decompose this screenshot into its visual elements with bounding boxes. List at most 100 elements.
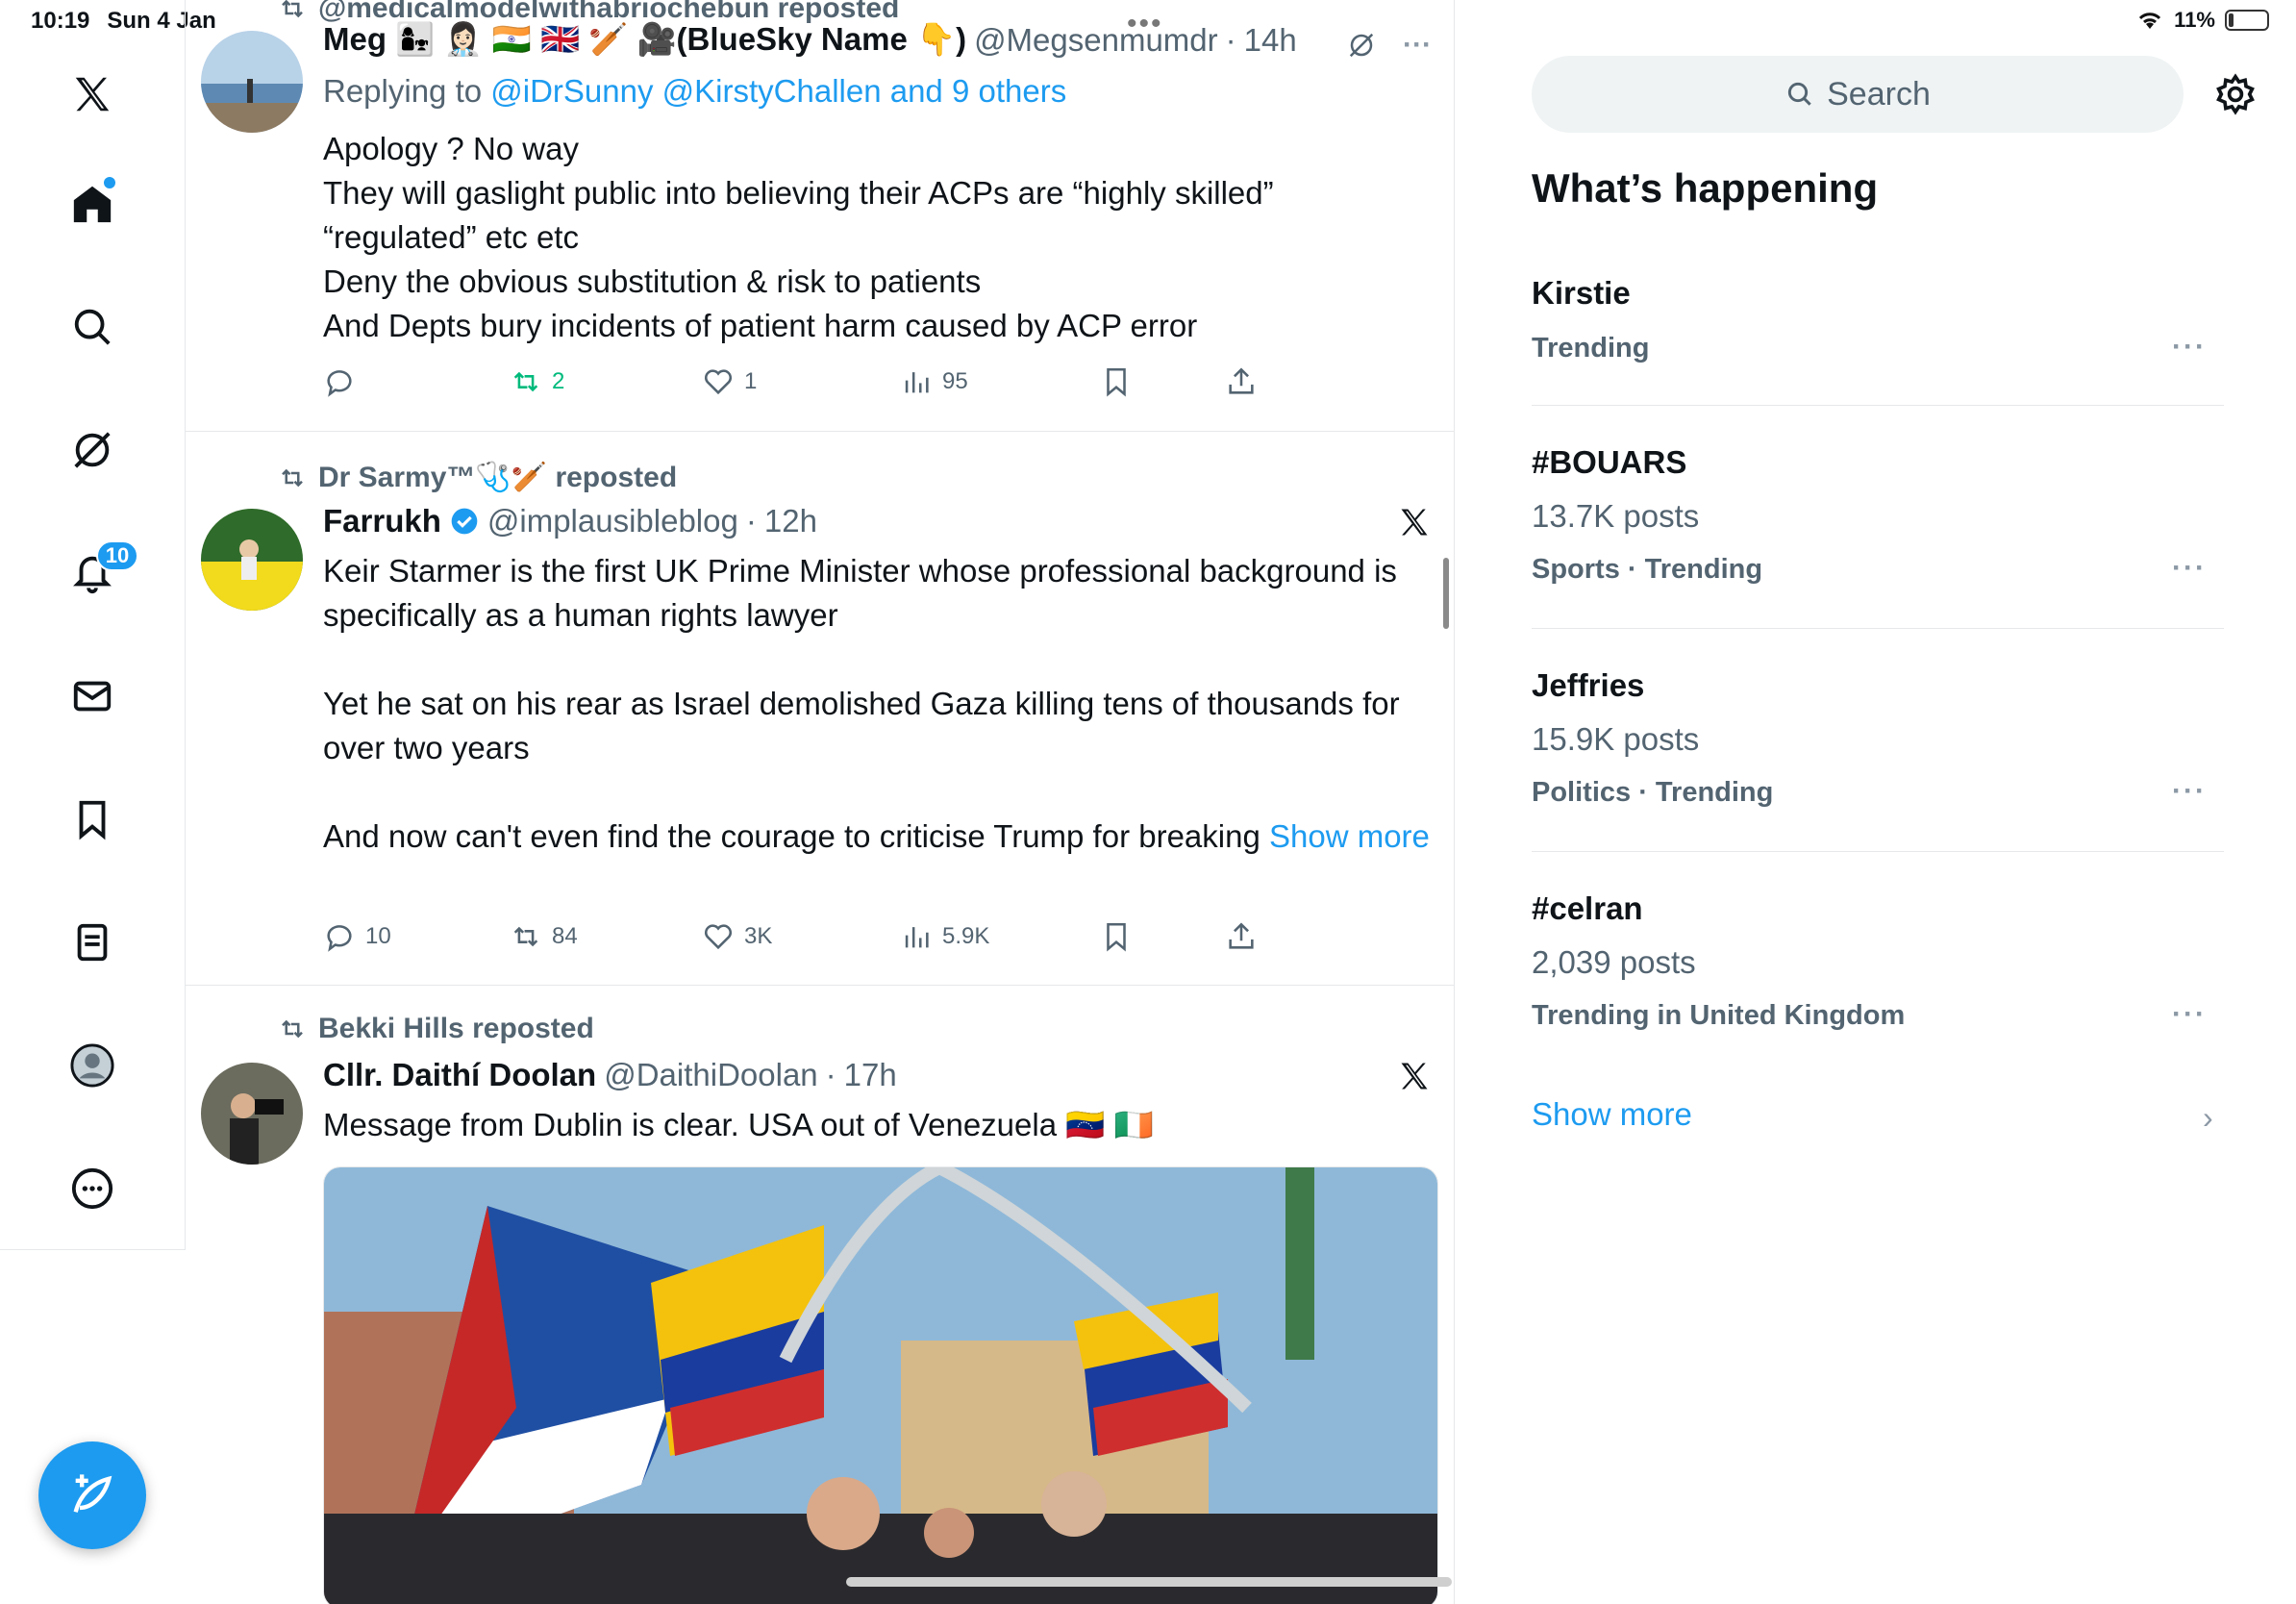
- trend-count: 2,039 posts: [1532, 944, 1696, 980]
- profile-avatar-icon: [70, 1043, 114, 1088]
- repost-count: 2: [552, 368, 565, 394]
- author-name[interactable]: Farrukh: [323, 503, 441, 539]
- nav-explore[interactable]: [63, 298, 121, 356]
- post-header: Farrukh @implausibleblog · 12h: [323, 503, 817, 539]
- author-handle[interactable]: @implausibleblog: [487, 503, 738, 539]
- post-farrukh[interactable]: Dr Sarmy™🩺🏏 reposted Farrukh @implausibl…: [186, 432, 1454, 986]
- trend-more-icon[interactable]: ···: [2172, 775, 2207, 808]
- compose-post-button[interactable]: [38, 1441, 146, 1549]
- post-line: “regulated” etc etc: [323, 219, 579, 255]
- search-placeholder: Search: [1827, 75, 1931, 113]
- trend-title: Jeffries: [1532, 667, 1645, 703]
- post-text: Keir Starmer is the first UK Prime Minis…: [323, 549, 1448, 859]
- views-button[interactable]: 5.9K: [900, 920, 989, 953]
- post-image[interactable]: [323, 1166, 1438, 1604]
- trend-count: 13.7K posts: [1532, 498, 1700, 534]
- like-button[interactable]: 3K: [702, 920, 772, 953]
- feed-scrollbar[interactable]: [1443, 558, 1449, 629]
- post-paragraph: Yet he sat on his rear as Israel demolis…: [323, 686, 1400, 765]
- share-icon: [1229, 367, 1254, 394]
- avatar-daithi-doolan[interactable]: [201, 1063, 303, 1165]
- nav-messages[interactable]: [63, 667, 121, 725]
- avatar-meg[interactable]: [201, 31, 303, 133]
- trend-title: #celran: [1532, 890, 1643, 926]
- reply-mentions[interactable]: @iDrSunny @KirstyChallen and 9 others: [490, 73, 1066, 109]
- post-daithi-doolan[interactable]: Bekki Hills reposted Cllr. Daithí Doolan…: [186, 986, 1454, 1604]
- trend-more-icon[interactable]: ···: [2172, 998, 2207, 1031]
- grok-icon[interactable]: [1347, 31, 1376, 60]
- verified-badge-icon: [451, 508, 478, 535]
- trend-item[interactable]: Jeffries 15.9K posts Politics · Trending…: [1532, 629, 2224, 852]
- chevron-right-icon[interactable]: ›: [2203, 1100, 2213, 1136]
- post-meg[interactable]: @medicalmodelwithabriochebun reposted Me…: [186, 0, 1454, 432]
- post-text: Apology ? No way They will gaslight publ…: [323, 127, 1448, 348]
- trend-item[interactable]: Kirstie Trending ···: [1532, 260, 2224, 406]
- like-count: 1: [744, 368, 758, 394]
- list-icon: [77, 923, 108, 962]
- repost-count: 84: [552, 923, 578, 949]
- reply-button[interactable]: [323, 365, 356, 398]
- bookmark-button[interactable]: [1100, 365, 1133, 398]
- share-button[interactable]: [1225, 920, 1258, 953]
- nav-more[interactable]: [63, 1160, 121, 1217]
- nav-notifications[interactable]: 10: [63, 540, 138, 602]
- post-time[interactable]: 14h: [1244, 22, 1297, 59]
- nav-home[interactable]: [63, 175, 121, 233]
- more-options-icon[interactable]: ···: [1403, 29, 1432, 62]
- post-time[interactable]: 17h: [844, 1057, 897, 1093]
- trend-title: Kirstie: [1532, 275, 1631, 311]
- view-count: 5.9K: [942, 923, 990, 949]
- post-top-actions: ···: [1347, 29, 1432, 62]
- gear-icon[interactable]: [2214, 73, 2257, 115]
- bookmark-button[interactable]: [1100, 920, 1133, 953]
- views-button[interactable]: 95: [900, 365, 968, 398]
- post-line: Apology ? No way: [323, 131, 579, 166]
- like-button[interactable]: 1: [702, 365, 757, 398]
- x-logo-icon[interactable]: [1397, 1059, 1432, 1093]
- share-icon: [1229, 922, 1254, 949]
- post-time[interactable]: 12h: [764, 503, 817, 539]
- trend-item[interactable]: #BOUARS 13.7K posts Sports · Trending ··…: [1532, 406, 2224, 629]
- repost-button[interactable]: 84: [510, 920, 578, 953]
- nav-lists[interactable]: [63, 914, 121, 971]
- author-name[interactable]: Meg 👩‍👧 👩🏻‍⚕️ 🇮🇳 🇬🇧 🏏 🎥(BlueSky Name 👇): [323, 21, 966, 59]
- avatar-farrukh[interactable]: [201, 509, 303, 611]
- x-logo-icon[interactable]: [1397, 505, 1432, 539]
- timeline-feed: @medicalmodelwithabriochebun reposted Me…: [186, 0, 1455, 1604]
- bookmark-icon: [1107, 367, 1126, 397]
- heart-icon: [704, 924, 733, 950]
- trend-more-icon[interactable]: ···: [2172, 552, 2207, 585]
- replying-to-label: Replying to: [323, 73, 491, 109]
- post-line: And Depts bury incidents of patient harm…: [323, 308, 1198, 343]
- reply-button[interactable]: 10: [323, 920, 391, 953]
- post-paragraph: And now can't even find the courage to c…: [323, 815, 1448, 859]
- repost-button[interactable]: 2: [510, 365, 564, 398]
- repost-indicator: Dr Sarmy™🩺🏏 reposted: [278, 461, 677, 494]
- reply-icon: [327, 925, 352, 952]
- post-line: They will gaslight public into believing…: [323, 175, 1274, 211]
- search-icon: [74, 309, 111, 345]
- author-handle[interactable]: @Megsenmumdr: [974, 22, 1218, 59]
- search-input[interactable]: Search: [1532, 56, 2184, 133]
- home-indicator[interactable]: [846, 1577, 1452, 1587]
- more-circle-icon: [71, 1167, 113, 1210]
- left-navigation: 10: [0, 0, 186, 1250]
- share-button[interactable]: [1225, 365, 1258, 398]
- like-count: 3K: [744, 923, 773, 949]
- show-more-trends-link[interactable]: Show more: [1532, 1096, 1692, 1133]
- nav-grok[interactable]: [63, 421, 121, 479]
- author-name[interactable]: Cllr. Daithí Doolan: [323, 1057, 596, 1093]
- repost-icon: [282, 1019, 303, 1039]
- show-more-link[interactable]: Show more: [1269, 818, 1430, 854]
- post-paragraph-text: And now can't even find the courage to c…: [323, 818, 1269, 854]
- author-handle[interactable]: @DaithiDoolan: [604, 1057, 817, 1093]
- nav-profile[interactable]: [63, 1037, 121, 1094]
- views-chart-icon: [905, 927, 929, 948]
- repost-icon: [282, 0, 303, 18]
- trend-more-icon[interactable]: ···: [2172, 331, 2207, 363]
- repost-icon: [282, 468, 303, 487]
- x-logo-icon[interactable]: [63, 65, 121, 123]
- trend-item[interactable]: #celran 2,039 posts Trending in United K…: [1532, 852, 2224, 1075]
- nav-bookmarks[interactable]: [63, 790, 121, 848]
- repost-indicator: Bekki Hills reposted: [278, 1013, 594, 1045]
